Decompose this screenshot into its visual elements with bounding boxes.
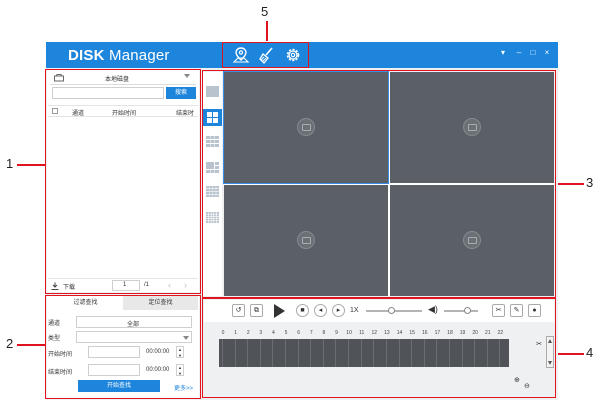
close-button[interactable]: × [542,48,552,57]
callout-1-box [45,69,201,294]
callout-2: 2 [6,336,14,351]
callout-2-box [45,295,201,399]
callout-1: 1 [6,156,14,171]
callout-3: 3 [586,175,594,190]
callout-4-leader [558,353,584,355]
callout-4: 4 [586,345,594,360]
app-title: DISK Manager [68,47,170,64]
callout-5-box [222,42,309,68]
callout-1-leader [17,164,45,166]
callout-2-leader [17,344,45,346]
callout-3-leader [558,183,584,185]
callout-4-box [202,298,556,398]
callout-5: 5 [261,4,269,19]
callout-5-leader [266,21,268,41]
menu-dropdown-button[interactable]: ▾ [498,48,508,57]
maximize-button[interactable]: □ [528,48,538,57]
minimize-button[interactable]: – [514,48,524,57]
callout-3-box [202,70,556,298]
